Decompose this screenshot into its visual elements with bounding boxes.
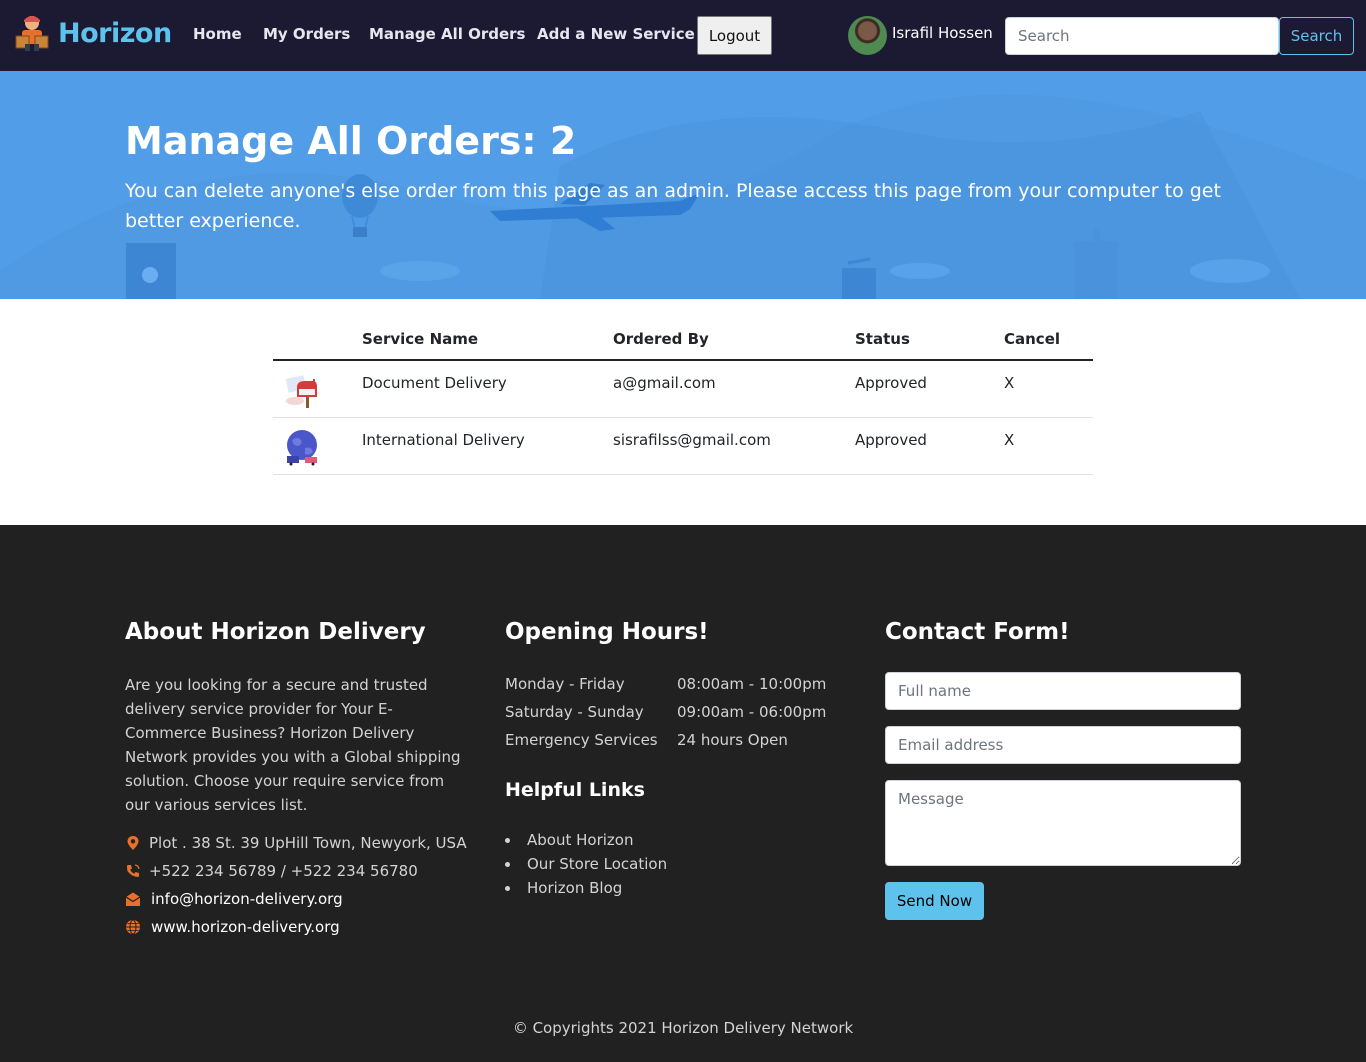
header-cancel: Cancel: [996, 319, 1093, 361]
user-name: Israfil Hossen: [892, 24, 993, 42]
orders-section: Service Name Ordered By Status Cancel Do…: [0, 299, 1366, 525]
phone-line: +522 234 56789 / +522 234 56780: [125, 862, 418, 880]
hours-time: 09:00am - 06:00pm: [677, 703, 827, 721]
mailbox-icon: [285, 375, 317, 408]
cancel-order-button[interactable]: X: [996, 417, 1093, 475]
link-store-location[interactable]: Our Store Location: [505, 852, 667, 876]
row-image-cell: [273, 417, 354, 475]
brand-name: Horizon: [58, 17, 172, 49]
header-image: [273, 319, 354, 361]
send-now-button[interactable]: Send Now: [885, 882, 984, 920]
hours-row: Saturday - Sunday 09:00am - 06:00pm: [505, 703, 826, 721]
full-name-field[interactable]: [885, 672, 1241, 710]
about-heading: About Horizon Delivery: [125, 619, 426, 645]
footer: About Horizon Delivery Are you looking f…: [0, 525, 1366, 1062]
phone-text: +522 234 56789 / +522 234 56780: [149, 862, 418, 880]
row-status: Approved: [847, 360, 996, 418]
hours-row: Monday - Friday 08:00am - 10:00pm: [505, 675, 826, 693]
nav-my-orders[interactable]: My Orders: [263, 25, 350, 43]
hours-day: Emergency Services: [505, 731, 658, 749]
hours-time: 24 hours Open: [677, 731, 788, 749]
nav-add-service[interactable]: Add a New Service: [537, 25, 695, 43]
address-text: Plot . 38 St. 39 UpHill Town, Newyork, U…: [149, 834, 467, 852]
row-service-name: Document Delivery: [354, 360, 605, 418]
header-status: Status: [847, 319, 996, 361]
page-subtitle: You can delete anyone's else order from …: [125, 180, 1221, 232]
brand[interactable]: Horizon: [14, 14, 172, 52]
search-button[interactable]: Search: [1279, 17, 1354, 55]
hours-day: Saturday - Sunday: [505, 703, 644, 721]
hours-heading: Opening Hours!: [505, 619, 709, 645]
header-ordered-by: Ordered By: [605, 319, 847, 361]
copyright: © Copyrights 2021 Horizon Delivery Netwo…: [512, 1019, 854, 1037]
delivery-man-logo-icon: [15, 16, 49, 51]
helpful-links-heading: Helpful Links: [505, 779, 645, 801]
navbar: Horizon Home My Orders Manage All Orders…: [0, 0, 1366, 71]
table-row: International Delivery sisrafilss@gmail.…: [273, 417, 1093, 475]
hours-time: 08:00am - 10:00pm: [677, 675, 827, 693]
row-image-cell: [273, 360, 354, 418]
header-service-name: Service Name: [354, 319, 605, 361]
email-field[interactable]: [885, 726, 1241, 764]
contact-heading: Contact Form!: [885, 619, 1070, 645]
logout-button[interactable]: Logout: [697, 16, 772, 55]
orders-table: Service Name Ordered By Status Cancel Do…: [273, 319, 1093, 475]
table-row: Document Delivery a@gmail.com Approved X: [273, 360, 1093, 418]
link-about-horizon[interactable]: About Horizon: [505, 828, 667, 852]
row-status: Approved: [847, 417, 996, 475]
globe-icon: [126, 919, 140, 935]
helpful-links-list: About Horizon Our Store Location Horizon…: [505, 828, 667, 900]
table-header-row: Service Name Ordered By Status Cancel: [273, 319, 1093, 361]
website-line[interactable]: www.horizon-delivery.org: [125, 918, 340, 936]
hero-banner: Manage All Orders: 2 You can delete anyo…: [0, 71, 1366, 299]
hours-row: Emergency Services 24 hours Open: [505, 731, 788, 749]
website-link[interactable]: www.horizon-delivery.org: [151, 918, 340, 936]
phone-icon: [127, 864, 140, 877]
avatar[interactable]: [848, 16, 887, 55]
nav-manage-all-orders[interactable]: Manage All Orders: [369, 25, 525, 43]
address-line: Plot . 38 St. 39 UpHill Town, Newyork, U…: [125, 834, 467, 852]
envelope-open-icon: [125, 892, 141, 906]
email-line[interactable]: info@horizon-delivery.org: [125, 890, 343, 908]
about-text: Are you looking for a secure and trusted…: [125, 676, 461, 814]
page-title: Manage All Orders: 2: [125, 119, 577, 163]
row-ordered-by: a@gmail.com: [605, 360, 847, 418]
search-input[interactable]: [1005, 17, 1279, 55]
hours-day: Monday - Friday: [505, 675, 625, 693]
message-field[interactable]: [885, 780, 1241, 866]
email-link[interactable]: info@horizon-delivery.org: [151, 890, 343, 908]
nav-home[interactable]: Home: [193, 25, 242, 43]
row-ordered-by: sisrafilss@gmail.com: [605, 417, 847, 475]
location-pin-icon: [127, 836, 139, 850]
link-horizon-blog[interactable]: Horizon Blog: [505, 876, 667, 900]
cancel-order-button[interactable]: X: [996, 360, 1093, 418]
globe-delivery-icon: [287, 429, 317, 465]
row-service-name: International Delivery: [354, 417, 605, 475]
